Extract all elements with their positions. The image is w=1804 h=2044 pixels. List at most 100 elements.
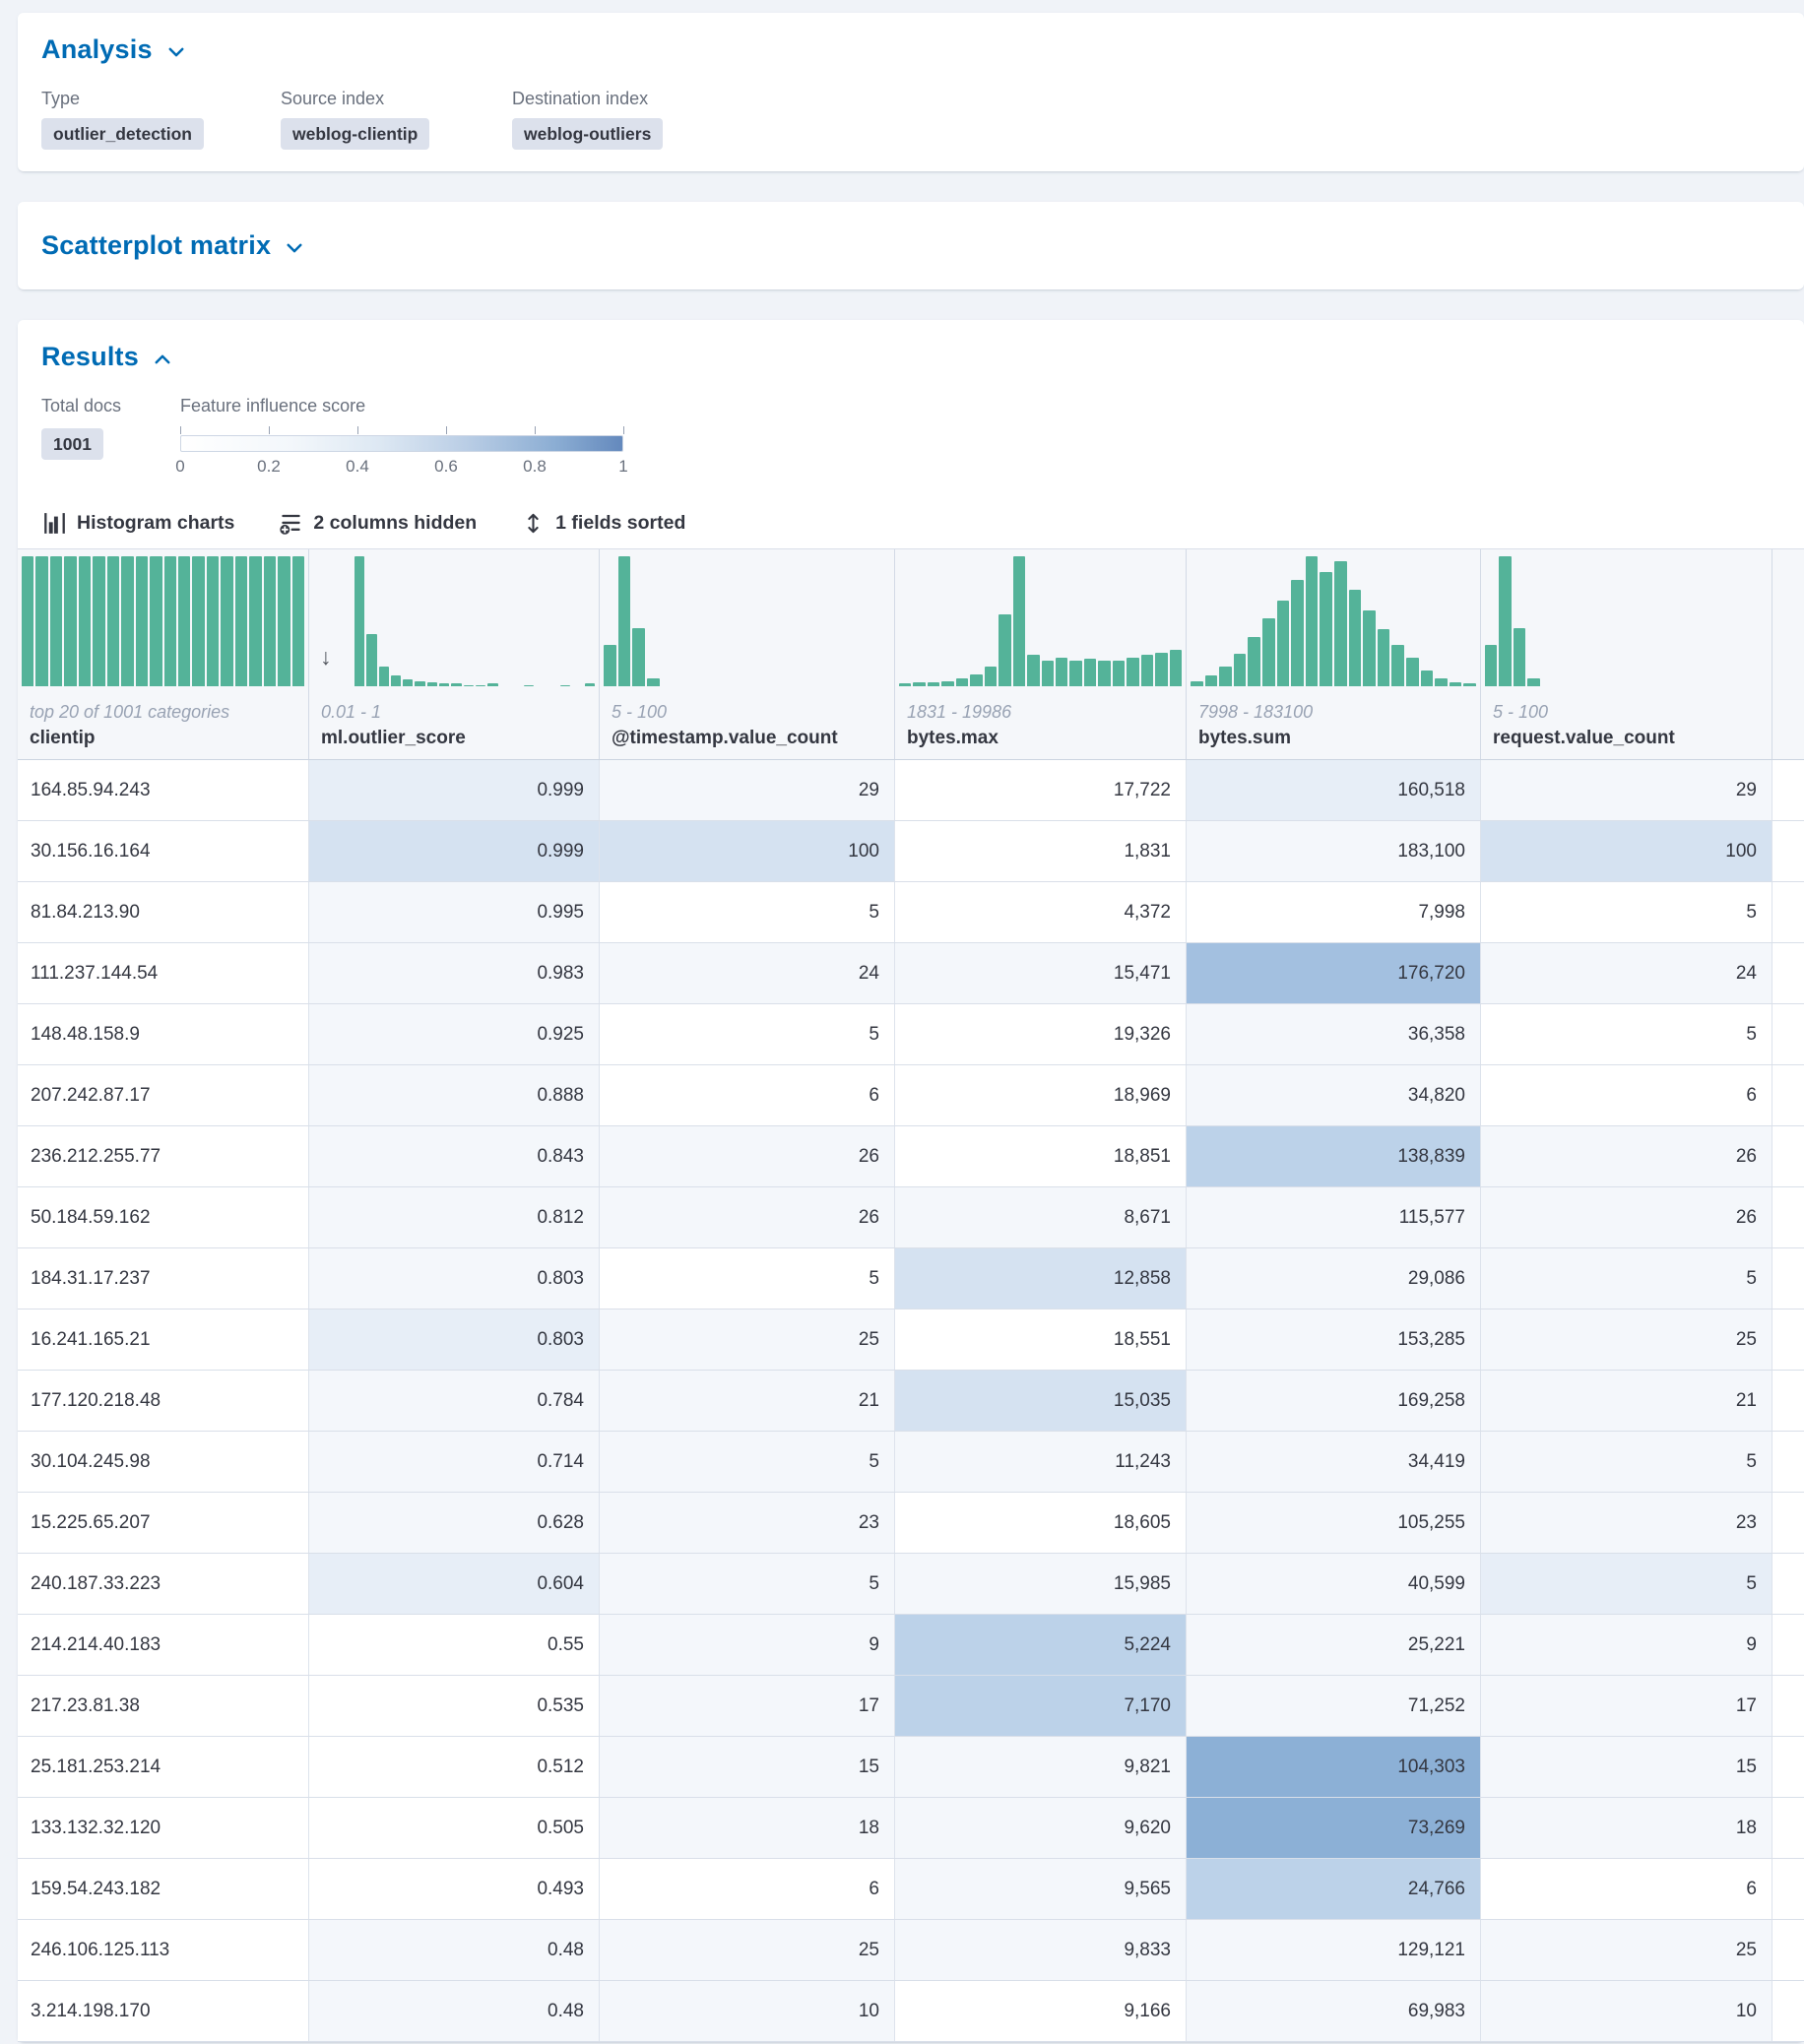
cell-bytes-max[interactable]: 18,551 <box>895 1309 1187 1370</box>
cell-bytes-sum[interactable]: 169,258 <box>1187 1371 1481 1431</box>
cell-bytes-sum[interactable]: 36,358 <box>1187 1004 1481 1064</box>
cell-timestamp-value-count[interactable]: 6 <box>600 1859 895 1919</box>
cell-request-value-count[interactable]: 9 <box>1481 1615 1772 1675</box>
cell-request-value-count[interactable]: 17 <box>1481 1676 1772 1736</box>
cell-ml-outlier-score[interactable]: 0.983 <box>309 943 600 1003</box>
cell-timestamp-value-count[interactable]: 29 <box>600 760 895 820</box>
cell-bytes-sum[interactable]: 34,820 <box>1187 1065 1481 1125</box>
cell-timestamp-value-count[interactable]: 25 <box>600 1309 895 1370</box>
cell-timestamp-value-count[interactable]: 15 <box>600 1737 895 1797</box>
cell-bytes-max[interactable]: 19,326 <box>895 1004 1187 1064</box>
cell-clientip[interactable]: 16.241.165.21 <box>18 1309 309 1370</box>
cell-clientip[interactable]: 148.48.158.9 <box>18 1004 309 1064</box>
cell-request-value-count[interactable]: 10 <box>1481 1981 1772 2041</box>
cell-ml-outlier-score[interactable]: 0.48 <box>309 1920 600 1980</box>
cell-bytes-max[interactable]: 9,620 <box>895 1798 1187 1858</box>
cell-clientip[interactable]: 207.242.87.17 <box>18 1065 309 1125</box>
cell-bytes-max[interactable]: 17,722 <box>895 760 1187 820</box>
cell-ml-outlier-score[interactable]: 0.784 <box>309 1371 600 1431</box>
cell-timestamp-value-count[interactable]: 18 <box>600 1798 895 1858</box>
cell-ml-outlier-score[interactable]: 0.714 <box>309 1432 600 1492</box>
cell-request-value-count[interactable]: 18 <box>1481 1798 1772 1858</box>
cell-request-value-count[interactable]: 6 <box>1481 1065 1772 1125</box>
cell-clientip[interactable]: 159.54.243.182 <box>18 1859 309 1919</box>
cell-bytes-sum[interactable]: 29,086 <box>1187 1248 1481 1309</box>
cell-clientip[interactable]: 81.84.213.90 <box>18 882 309 942</box>
cell-bytes-max[interactable]: 12,858 <box>895 1248 1187 1309</box>
cell-timestamp-value-count[interactable]: 21 <box>600 1371 895 1431</box>
cell-bytes-sum[interactable]: 138,839 <box>1187 1126 1481 1186</box>
analysis-section-toggle[interactable]: Analysis <box>41 34 186 65</box>
cell-bytes-sum[interactable]: 25,221 <box>1187 1615 1481 1675</box>
cell-bytes-sum[interactable]: 176,720 <box>1187 943 1481 1003</box>
cell-ml-outlier-score[interactable]: 0.535 <box>309 1676 600 1736</box>
cell-request-value-count[interactable]: 29 <box>1481 760 1772 820</box>
cell-timestamp-value-count[interactable]: 26 <box>600 1187 895 1247</box>
cell-ml-outlier-score[interactable]: 0.999 <box>309 760 600 820</box>
cell-bytes-sum[interactable]: 34,419 <box>1187 1432 1481 1492</box>
cell-request-value-count[interactable]: 25 <box>1481 1920 1772 1980</box>
cell-bytes-sum[interactable]: 73,269 <box>1187 1798 1481 1858</box>
cell-ml-outlier-score[interactable]: 0.803 <box>309 1248 600 1309</box>
cell-bytes-max[interactable]: 5,224 <box>895 1615 1187 1675</box>
cell-clientip[interactable]: 3.214.198.170 <box>18 1981 309 2041</box>
cell-bytes-sum[interactable]: 69,983 <box>1187 1981 1481 2041</box>
fields-sorted-button[interactable]: 1 fields sorted <box>522 512 685 535</box>
cell-timestamp-value-count[interactable]: 17 <box>600 1676 895 1736</box>
cell-clientip[interactable]: 111.237.144.54 <box>18 943 309 1003</box>
cell-bytes-sum[interactable]: 153,285 <box>1187 1309 1481 1370</box>
cell-clientip[interactable]: 25.181.253.214 <box>18 1737 309 1797</box>
cell-ml-outlier-score[interactable]: 0.604 <box>309 1554 600 1614</box>
cell-timestamp-value-count[interactable]: 5 <box>600 1004 895 1064</box>
histogram-charts-button[interactable]: Histogram charts <box>43 512 234 535</box>
cell-ml-outlier-score[interactable]: 0.512 <box>309 1737 600 1797</box>
cell-timestamp-value-count[interactable]: 10 <box>600 1981 895 2041</box>
cell-bytes-max[interactable]: 9,821 <box>895 1737 1187 1797</box>
cell-bytes-sum[interactable]: 183,100 <box>1187 821 1481 881</box>
cell-request-value-count[interactable]: 5 <box>1481 882 1772 942</box>
cell-bytes-sum[interactable]: 129,121 <box>1187 1920 1481 1980</box>
cell-clientip[interactable]: 30.156.16.164 <box>18 821 309 881</box>
cell-request-value-count[interactable]: 21 <box>1481 1371 1772 1431</box>
cell-ml-outlier-score[interactable]: 0.843 <box>309 1126 600 1186</box>
cell-clientip[interactable]: 50.184.59.162 <box>18 1187 309 1247</box>
column-header-bytes-max[interactable]: 1831 - 19986bytes.max <box>895 549 1187 759</box>
cell-ml-outlier-score[interactable]: 0.505 <box>309 1798 600 1858</box>
cell-ml-outlier-score[interactable]: 0.628 <box>309 1493 600 1553</box>
cell-clientip[interactable]: 30.104.245.98 <box>18 1432 309 1492</box>
cell-timestamp-value-count[interactable]: 5 <box>600 1554 895 1614</box>
cell-request-value-count[interactable]: 6 <box>1481 1859 1772 1919</box>
cell-bytes-max[interactable]: 4,372 <box>895 882 1187 942</box>
cell-clientip[interactable]: 236.212.255.77 <box>18 1126 309 1186</box>
cell-ml-outlier-score[interactable]: 0.888 <box>309 1065 600 1125</box>
cell-timestamp-value-count[interactable]: 24 <box>600 943 895 1003</box>
cell-timestamp-value-count[interactable]: 9 <box>600 1615 895 1675</box>
cell-timestamp-value-count[interactable]: 5 <box>600 1248 895 1309</box>
cell-clientip[interactable]: 240.187.33.223 <box>18 1554 309 1614</box>
cell-ml-outlier-score[interactable]: 0.48 <box>309 1981 600 2041</box>
cell-bytes-max[interactable]: 15,985 <box>895 1554 1187 1614</box>
cell-bytes-max[interactable]: 8,671 <box>895 1187 1187 1247</box>
cell-ml-outlier-score[interactable]: 0.493 <box>309 1859 600 1919</box>
cell-timestamp-value-count[interactable]: 25 <box>600 1920 895 1980</box>
cell-request-value-count[interactable]: 26 <box>1481 1187 1772 1247</box>
column-header-ml-outlier-score[interactable]: ↓0.01 - 1ml.outlier_score <box>309 549 600 759</box>
cell-ml-outlier-score[interactable]: 0.803 <box>309 1309 600 1370</box>
cell-bytes-sum[interactable]: 71,252 <box>1187 1676 1481 1736</box>
cell-clientip[interactable]: 133.132.32.120 <box>18 1798 309 1858</box>
cell-timestamp-value-count[interactable]: 100 <box>600 821 895 881</box>
cell-request-value-count[interactable]: 5 <box>1481 1432 1772 1492</box>
cell-bytes-max[interactable]: 1,831 <box>895 821 1187 881</box>
column-header-timestamp-value-count[interactable]: 5 - 100@timestamp.value_count <box>600 549 895 759</box>
cell-ml-outlier-score[interactable]: 0.812 <box>309 1187 600 1247</box>
cell-ml-outlier-score[interactable]: 0.995 <box>309 882 600 942</box>
cell-request-value-count[interactable]: 5 <box>1481 1554 1772 1614</box>
results-section-toggle[interactable]: Results <box>41 342 172 372</box>
cell-request-value-count[interactable]: 100 <box>1481 821 1772 881</box>
cell-clientip[interactable]: 177.120.218.48 <box>18 1371 309 1431</box>
columns-hidden-button[interactable]: 2 columns hidden <box>280 512 477 535</box>
column-header-bytes-sum[interactable]: 7998 - 183100bytes.sum <box>1187 549 1481 759</box>
cell-bytes-max[interactable]: 9,833 <box>895 1920 1187 1980</box>
cell-bytes-max[interactable]: 15,035 <box>895 1371 1187 1431</box>
cell-bytes-max[interactable]: 7,170 <box>895 1676 1187 1736</box>
